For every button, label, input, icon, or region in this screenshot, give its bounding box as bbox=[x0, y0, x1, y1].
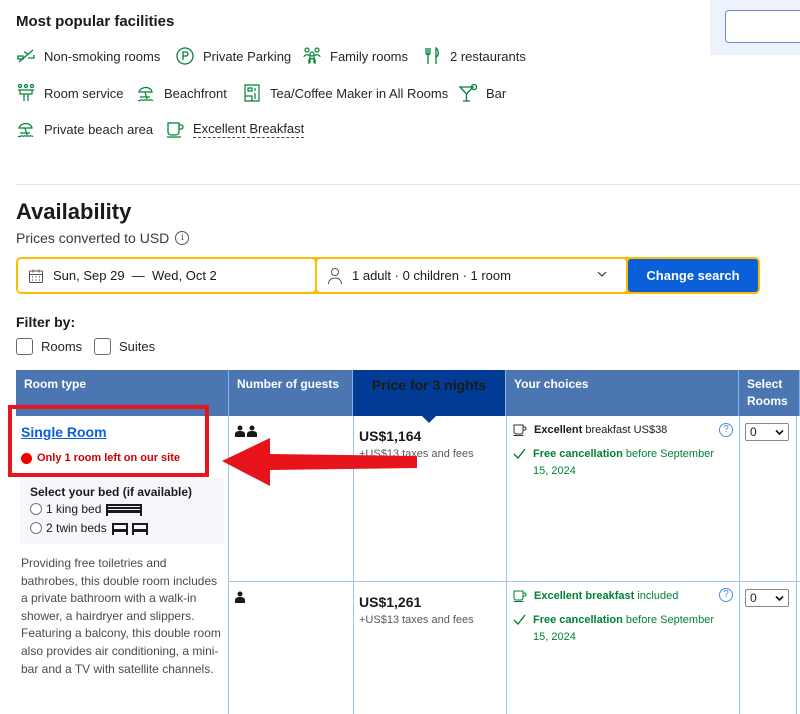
facility-beachfront: Beachfront bbox=[136, 83, 227, 103]
column-divider bbox=[506, 416, 507, 714]
filter-rooms[interactable]: Rooms bbox=[16, 338, 82, 355]
facility-restaurants: 2 restaurants bbox=[422, 46, 526, 66]
help-icon[interactable]: ? bbox=[719, 423, 733, 437]
date-picker[interactable]: Sun, Sep 29 — Wed, Oct 2 bbox=[18, 259, 315, 292]
guests-summary: 1 adult · 0 children · 1 room bbox=[352, 268, 511, 283]
cancellation-policy: Free cancellation before September 15, 2… bbox=[513, 446, 723, 480]
header-choices: Your choices bbox=[506, 370, 739, 416]
date-range: Sun, Sep 29 — Wed, Oct 2 bbox=[53, 268, 217, 283]
breakfast-bold: Excellent breakfast bbox=[534, 590, 635, 602]
guests-picker[interactable]: 1 adult · 0 children · 1 room bbox=[317, 259, 626, 292]
cup-icon bbox=[513, 590, 527, 602]
facility-label: Family rooms bbox=[330, 48, 409, 64]
breakfast-detail: breakfast US$38 bbox=[582, 424, 668, 436]
room-service-icon bbox=[17, 83, 35, 101]
beach-icon bbox=[17, 122, 34, 138]
checkmark-icon bbox=[513, 448, 526, 459]
cancellation-policy: Free cancellation before September 15, 2… bbox=[513, 612, 723, 646]
select-value: 0 bbox=[750, 425, 757, 439]
suites-checkbox[interactable] bbox=[94, 338, 111, 355]
section-divider bbox=[16, 184, 800, 185]
info-icon[interactable]: i bbox=[175, 231, 190, 245]
checkmark-icon bbox=[513, 614, 526, 625]
help-icon[interactable]: ? bbox=[719, 588, 733, 602]
parking-icon bbox=[176, 47, 194, 65]
calendar-icon bbox=[29, 269, 43, 283]
restaurant-icon bbox=[425, 46, 439, 64]
bed-option-label: 1 king bed bbox=[46, 502, 102, 516]
one-guest-icon bbox=[235, 591, 245, 603]
filter-option-label: Rooms bbox=[41, 339, 83, 354]
no-smoking-icon bbox=[17, 49, 35, 63]
bed-option-label: 2 twin beds bbox=[46, 521, 107, 535]
chevron-down-icon bbox=[775, 595, 784, 602]
header-select-rooms: Select Rooms bbox=[739, 370, 800, 416]
availability-title: Availability bbox=[16, 199, 132, 224]
room-count-select[interactable]: 0 bbox=[745, 423, 789, 441]
king-bed-radio[interactable] bbox=[30, 503, 42, 515]
facility-label: Non-smoking rooms bbox=[44, 48, 161, 64]
facility-label: Private Parking bbox=[203, 48, 292, 64]
column-divider bbox=[796, 416, 797, 714]
availability-subtitle: Prices converted to USD i bbox=[16, 230, 190, 246]
breakfast-detail: included bbox=[634, 590, 679, 602]
chevron-down-icon bbox=[597, 271, 607, 277]
bed-option-king[interactable]: 1 king bed bbox=[30, 502, 143, 516]
facility-tea-coffee: Tea/Coffee Maker in All Rooms bbox=[242, 83, 448, 103]
filter-suites[interactable]: Suites bbox=[94, 338, 155, 355]
facility-private-beach: Private beach area bbox=[16, 119, 153, 139]
select-value: 0 bbox=[750, 591, 757, 605]
facilities-title: Most popular facilities bbox=[16, 13, 175, 30]
filter-option-label: Suites bbox=[119, 339, 156, 354]
room-count-select[interactable]: 0 bbox=[745, 589, 789, 607]
facility-label: Private beach area bbox=[44, 121, 154, 137]
header-guests: Number of guests bbox=[229, 370, 353, 416]
facility-family-rooms: Family rooms bbox=[302, 46, 408, 66]
currency-note: Prices converted to USD bbox=[16, 230, 170, 246]
bed-selection-title: Select your bed (if available) bbox=[30, 485, 193, 499]
king-bed-icon bbox=[106, 503, 143, 516]
person-icon bbox=[328, 267, 342, 284]
family-icon bbox=[303, 47, 321, 64]
bed-option-twin[interactable]: 2 twin beds bbox=[30, 521, 149, 535]
row-divider bbox=[228, 581, 800, 582]
coffee-maker-icon bbox=[244, 84, 260, 102]
room-description: Providing free toiletries and bathrobes,… bbox=[21, 556, 221, 676]
beach-icon bbox=[137, 86, 154, 102]
breakfast-choice: Excellent breakfast included bbox=[513, 588, 713, 605]
annotation-highlight-box bbox=[8, 405, 209, 477]
change-search-button[interactable]: Change search bbox=[628, 259, 758, 292]
facility-private-parking: Private Parking bbox=[175, 46, 291, 66]
facility-label: Bar bbox=[486, 85, 507, 101]
side-panel-input[interactable] bbox=[725, 10, 800, 43]
facility-non-smoking: Non-smoking rooms bbox=[16, 46, 160, 66]
facility-label: Room service bbox=[44, 85, 124, 101]
search-bar: Sun, Sep 29 — Wed, Oct 2 1 adult · 0 chi… bbox=[16, 257, 760, 294]
cocktail-icon bbox=[458, 83, 478, 102]
twin-bed-radio[interactable] bbox=[30, 522, 42, 534]
breakfast-bold: Excellent bbox=[534, 424, 583, 436]
cup-icon bbox=[513, 424, 527, 436]
price-value: US$1,261 bbox=[359, 594, 422, 610]
facility-label: 2 restaurants bbox=[450, 48, 526, 64]
facility-bar: Bar bbox=[458, 83, 506, 103]
facility-breakfast[interactable]: Excellent Breakfast bbox=[165, 119, 305, 139]
cup-icon bbox=[167, 122, 184, 138]
facility-label: Tea/Coffee Maker in All Rooms bbox=[270, 85, 449, 101]
two-guests-icon bbox=[235, 425, 257, 437]
breakfast-choice: Excellent breakfast US$38 bbox=[513, 422, 713, 439]
column-divider bbox=[739, 416, 740, 714]
annotation-arrow-icon bbox=[222, 438, 417, 486]
twin-beds-icon bbox=[111, 522, 148, 535]
chevron-down-icon bbox=[775, 429, 784, 436]
rooms-checkbox[interactable] bbox=[16, 338, 33, 355]
facility-label: Beachfront bbox=[164, 85, 227, 101]
header-price: Price for 3 nights bbox=[353, 370, 506, 423]
facility-label[interactable]: Excellent Breakfast bbox=[193, 121, 305, 138]
taxes-note: +US$13 taxes and fees bbox=[359, 614, 474, 626]
filter-label: Filter by: bbox=[16, 314, 76, 330]
cancellation-bold: Free cancellation bbox=[533, 448, 623, 460]
facility-room-service: Room service bbox=[16, 83, 123, 103]
cancellation-bold: Free cancellation bbox=[533, 614, 623, 626]
